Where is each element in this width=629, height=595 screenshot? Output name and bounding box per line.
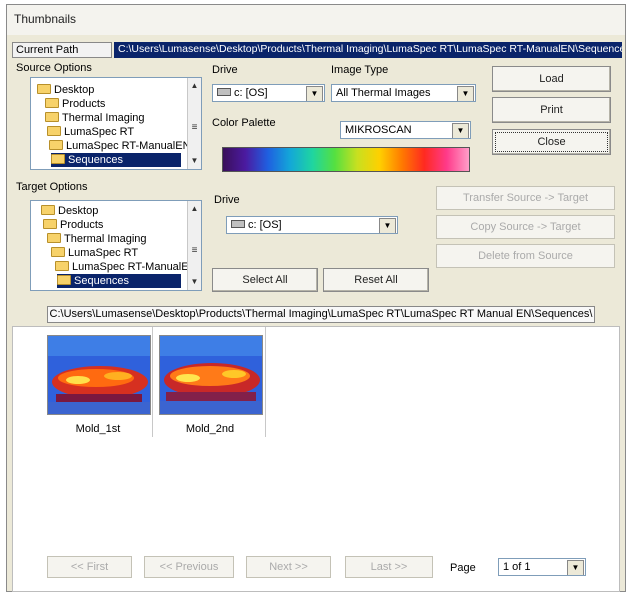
folder-icon <box>41 205 55 215</box>
folder-icon <box>43 219 57 229</box>
transfer-source-target-button[interactable]: Transfer Source -> Target <box>436 186 615 210</box>
folder-icon <box>51 154 65 164</box>
thumbnail-caption: Mold_1st <box>75 423 121 435</box>
previous-page-button[interactable]: << Previous <box>144 556 234 578</box>
page-label: Page <box>450 562 476 574</box>
source-folder-tree[interactable]: Desktop Products Thermal Imaging LumaSpe… <box>30 77 202 170</box>
page-select[interactable]: 1 of 1 ▼ <box>498 558 586 576</box>
first-page-button[interactable]: << First <box>47 556 132 578</box>
source-drive-label: Drive <box>212 64 238 76</box>
target-options-label: Target Options <box>16 181 88 193</box>
select-all-button[interactable]: Select All <box>212 268 318 292</box>
folder-icon <box>49 140 63 150</box>
tree-item-lumaspec-rt[interactable]: LumaSpec RT <box>51 246 138 260</box>
title-bar <box>7 5 625 35</box>
thumbnail-item[interactable]: Mold_1st <box>45 327 151 437</box>
tree-item-products[interactable]: Products <box>45 97 105 111</box>
thermal-image-thumbnail[interactable] <box>47 335 151 415</box>
thermal-image-thumbnail[interactable] <box>159 335 263 415</box>
target-folder-tree[interactable]: Desktop Products Thermal Imaging LumaSpe… <box>30 200 202 291</box>
chevron-down-icon[interactable]: ▼ <box>452 123 469 138</box>
image-type-label: Image Type <box>331 64 389 76</box>
scroll-down-icon[interactable]: ▼ <box>188 276 201 288</box>
folder-icon <box>47 233 61 243</box>
color-palette-select[interactable]: MIKROSCAN ▼ <box>340 121 471 139</box>
folder-icon <box>37 84 51 94</box>
delete-from-source-button[interactable]: Delete from Source <box>436 244 615 268</box>
folder-icon <box>47 126 61 136</box>
window-title: Thumbnails <box>14 12 77 26</box>
tree-item-desktop[interactable]: Desktop <box>41 204 98 218</box>
scroll-up-icon[interactable]: ▲ <box>188 203 201 215</box>
current-path-label: Current Path <box>12 42 112 58</box>
thumbnail-gallery: Mold_1st Mold_2nd <box>12 326 620 592</box>
source-options-label: Source Options <box>16 62 92 74</box>
color-palette-preview <box>222 147 470 172</box>
chevron-down-icon[interactable]: ▼ <box>306 86 323 101</box>
reset-all-button[interactable]: Reset All <box>323 268 429 292</box>
tree-item-sequences[interactable]: Sequences <box>57 274 181 288</box>
chevron-down-icon[interactable]: ▼ <box>457 86 474 101</box>
next-page-button[interactable]: Next >> <box>246 556 331 578</box>
tree-item-products[interactable]: Products <box>43 218 103 232</box>
target-drive-select[interactable]: c: [OS] ▼ <box>226 216 398 234</box>
tree-item-thermal-imaging[interactable]: Thermal Imaging <box>45 111 145 125</box>
tree-item-desktop[interactable]: Desktop <box>37 83 94 97</box>
target-tree-scrollbar[interactable]: ▲ ≡ ▼ <box>187 201 201 290</box>
tree-item-lumaspec-manual[interactable]: LumaSpec RT-ManualEN <box>49 139 191 153</box>
tree-item-thermal-imaging[interactable]: Thermal Imaging <box>47 232 147 246</box>
color-palette-label: Color Palette <box>212 117 276 129</box>
chevron-down-icon[interactable]: ▼ <box>567 560 584 575</box>
scroll-up-icon[interactable]: ▲ <box>188 80 201 92</box>
thumbnail-item[interactable]: Mold_2nd <box>157 327 263 437</box>
scroll-thumb[interactable]: ≡ <box>188 245 201 257</box>
gallery-path: C:\Users\Lumasense\Desktop\Products\Ther… <box>47 306 595 323</box>
scroll-down-icon[interactable]: ▼ <box>188 155 201 167</box>
folder-icon <box>45 112 59 122</box>
thumbnail-divider <box>152 327 153 437</box>
close-button[interactable]: Close <box>492 129 611 155</box>
copy-source-target-button[interactable]: Copy Source -> Target <box>436 215 615 239</box>
folder-icon <box>55 261 69 271</box>
drive-icon <box>231 220 245 228</box>
current-path-value: C:\Users\Lumasense\Desktop\Products\Ther… <box>114 42 622 58</box>
drive-icon <box>217 88 231 96</box>
target-drive-label: Drive <box>214 194 240 206</box>
print-button[interactable]: Print <box>492 97 611 123</box>
scroll-thumb[interactable]: ≡ <box>188 122 201 134</box>
image-type-select[interactable]: All Thermal Images ▼ <box>331 84 476 102</box>
folder-icon <box>45 98 59 108</box>
tree-item-lumaspec-rt[interactable]: LumaSpec RT <box>47 125 134 139</box>
folder-icon <box>57 275 71 285</box>
last-page-button[interactable]: Last >> <box>345 556 433 578</box>
folder-icon <box>51 247 65 257</box>
thumbnail-caption: Mold_2nd <box>185 423 235 435</box>
chevron-down-icon[interactable]: ▼ <box>379 218 396 233</box>
source-tree-scrollbar[interactable]: ▲ ≡ ▼ <box>187 78 201 169</box>
load-button[interactable]: Load <box>492 66 611 92</box>
tree-item-sequences[interactable]: Sequences <box>51 153 181 167</box>
tree-item-lumaspec-manual[interactable]: LumaSpec RT-ManualEN <box>55 260 197 274</box>
source-drive-select[interactable]: c: [OS] ▼ <box>212 84 325 102</box>
thumbnail-divider <box>265 327 266 437</box>
